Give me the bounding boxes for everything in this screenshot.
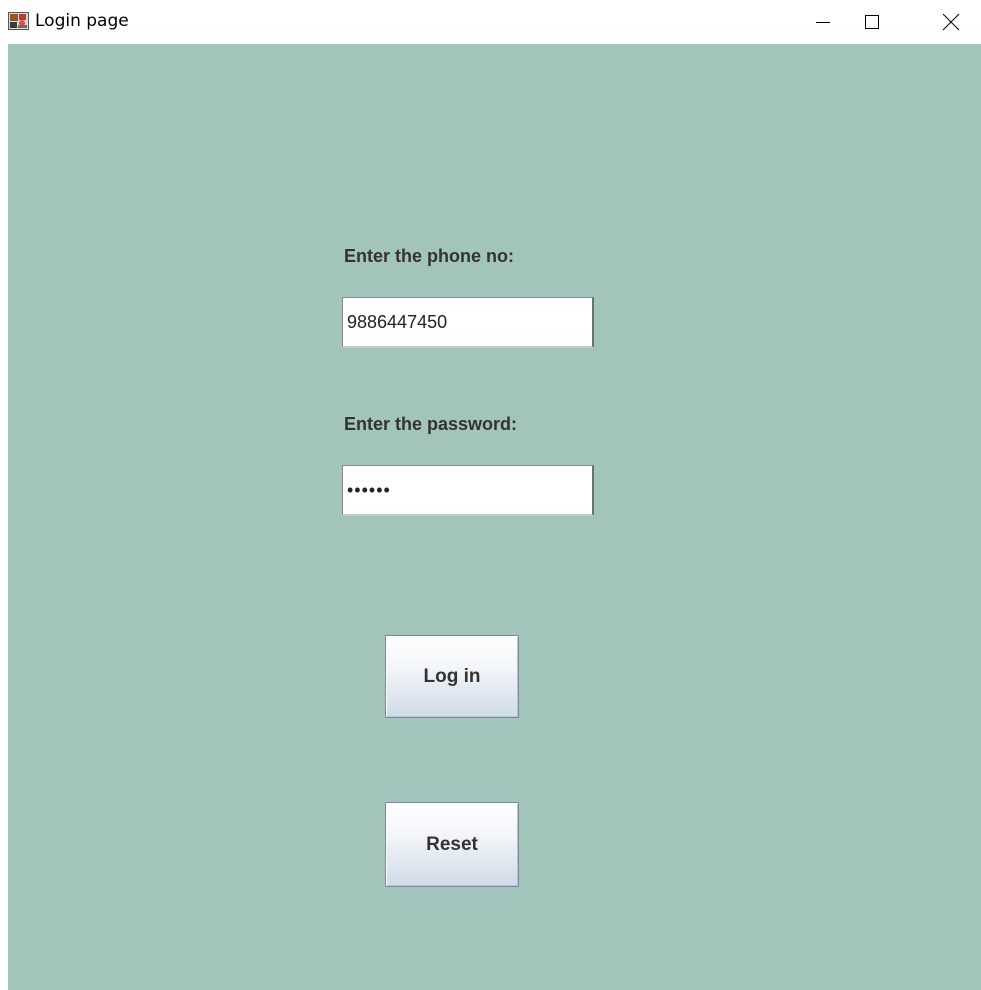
login-window: Login page Enter the phone no: Enter the… bbox=[0, 0, 981, 990]
title-bar[interactable]: Login page bbox=[0, 0, 981, 44]
login-panel: Enter the phone no: Enter the password: … bbox=[8, 44, 981, 990]
password-input[interactable] bbox=[342, 465, 594, 516]
phone-label: Enter the phone no: bbox=[344, 246, 514, 266]
close-button[interactable] bbox=[928, 0, 974, 44]
close-icon bbox=[942, 13, 960, 31]
password-label: Enter the password: bbox=[344, 414, 518, 434]
minimize-icon bbox=[815, 14, 831, 30]
window-title: Login page bbox=[35, 11, 129, 31]
app-icon bbox=[8, 12, 29, 30]
phone-input[interactable] bbox=[342, 297, 594, 348]
maximize-icon bbox=[864, 14, 880, 30]
login-button[interactable]: Log in bbox=[385, 635, 519, 718]
maximize-button[interactable] bbox=[849, 0, 895, 44]
reset-button[interactable]: Reset bbox=[385, 802, 519, 887]
minimize-button[interactable] bbox=[800, 0, 846, 44]
